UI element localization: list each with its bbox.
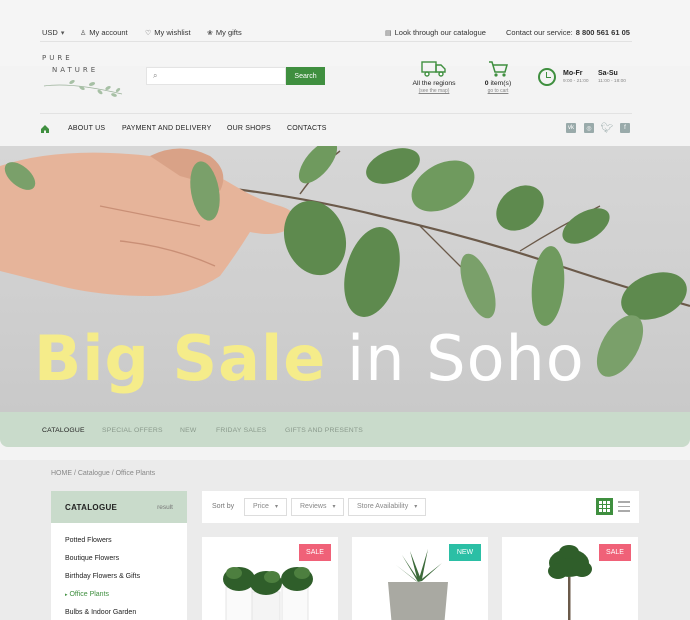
weekday-time: 9:00 - 21:00 [563,79,589,84]
weekday-label: Mo-Fr [563,70,583,77]
gift-icon: ❀ [207,29,213,37]
breadcrumb-home[interactable]: HOME [51,470,72,477]
hero-banner[interactable]: Big Sale in Soho [0,146,690,412]
cart-info[interactable]: 0 item(s) go to cart [476,60,520,94]
sidebar-item-birthday-flowers[interactable]: Birthday Flowers & Gifts [65,573,140,580]
logo-text-top: PURE [42,54,73,62]
user-icon: ♙ [80,29,87,37]
truck-icon [421,61,446,77]
book-icon: ▤ [385,29,392,37]
clock-icon [538,68,556,86]
delivery-info[interactable]: All the regions (see the map) [406,60,462,94]
branch-logo-icon [43,79,123,97]
sort-availability-dropdown[interactable]: Store Availability [348,498,427,516]
go-to-cart-link[interactable]: go to cart [476,88,520,94]
nav-contacts[interactable]: CONTACTS [287,125,327,132]
my-account-link[interactable]: ♙ My account [80,28,128,37]
breadcrumb-current: Office Plants [115,470,156,477]
sidebar-item-office-plants[interactable]: ▸ Office Plants [65,591,109,598]
currency-label: USD [42,28,58,37]
vk-icon[interactable]: vk [566,123,576,133]
grid-view-icon[interactable] [596,498,613,515]
sidebar-item-bulbs-indoor-garden[interactable]: Bulbs & Indoor Garden [65,609,136,616]
sale-badge: SALE [299,544,331,561]
heart-icon: ♡ [145,29,152,37]
product-card[interactable]: NEW [352,537,488,620]
my-wishlist-label: My wishlist [154,28,191,37]
category-bar: CATALOGUE SPECIAL OFFERS NEW FRIDAY SALE… [0,412,690,447]
weekday-hours: Mo-Fr 9:00 - 21:00 [563,70,589,84]
list-view-icon[interactable] [618,501,630,512]
weekend-label: Sa-Su [598,70,618,77]
new-badge: NEW [449,544,481,561]
sort-bar: Sort by Price Reviews Store Availability [202,491,639,523]
sidebar-item-boutique-flowers[interactable]: Boutique Flowers [65,555,119,562]
category-catalogue[interactable]: CATALOGUE [42,427,85,434]
catalogue-link-label: Look through our catalogue [394,28,486,37]
sidebar-item-potted-flowers[interactable]: Potted Flowers [65,537,112,544]
weekend-time: 11:00 - 18:00 [598,79,626,84]
sidebar-header: CATALOGUE result [51,491,187,523]
weekend-hours: Sa-Su 11:00 - 18:00 [598,70,626,84]
nav-about-us[interactable]: ABOUT US [68,125,105,132]
category-gifts-presents[interactable]: GIFTS AND PRESENTS [285,427,363,434]
home-icon[interactable] [40,124,50,134]
search-button[interactable]: Search [286,67,325,85]
cart-count: 0 [484,80,489,87]
chevron-down-icon: ▾ [60,29,65,37]
logo[interactable]: PURE NATURE [42,54,123,97]
instagram-icon[interactable]: ◎ [584,123,594,133]
my-gifts-label: My gifts [215,28,242,37]
my-gifts-link[interactable]: ❀ My gifts [207,28,242,37]
category-special-offers[interactable]: SPECIAL OFFERS [102,427,163,434]
product-card[interactable]: SALE [202,537,338,620]
breadcrumb-catalogue[interactable]: Catalogue [78,470,110,477]
catalogue-sidebar: CATALOGUE result Potted Flowers Boutique… [51,491,187,620]
nav-our-shops[interactable]: OUR SHOPS [227,125,271,132]
cart-icon [489,61,508,77]
sale-badge: SALE [599,544,631,561]
sidebar-title: CATALOGUE [65,503,118,512]
currency-select[interactable]: USD ▾ [42,28,64,37]
delivery-title: All the regions [412,80,456,87]
delivery-map-link[interactable]: (see the map) [406,88,462,94]
category-friday-sales[interactable]: FRIDAY SALES [216,427,267,434]
sidebar-item-label: Office Plants [69,591,110,598]
my-wishlist-link[interactable]: ♡ My wishlist [145,28,191,37]
contact-service: Contact our service: 8 800 561 61 05 [506,28,630,37]
search-icon: ⌕ [153,71,158,80]
hero-title-light: in Soho [347,322,585,395]
product-card[interactable]: SALE [502,537,638,620]
main-nav: ABOUT US PAYMENT AND DELIVERY OUR SHOPS … [0,114,690,146]
sort-reviews-dropdown[interactable]: Reviews [291,498,345,516]
sort-price-dropdown[interactable]: Price [244,498,287,516]
divider [40,41,632,42]
search-input[interactable]: ⌕ [146,67,286,85]
nav-payment-delivery[interactable]: PAYMENT AND DELIVERY [122,125,211,132]
twitter-icon[interactable]: 🐦︎ [601,123,614,134]
bullet-icon: ▸ [65,592,68,598]
category-new[interactable]: NEW [180,427,196,434]
my-account-label: My account [89,28,128,37]
catalogue-link[interactable]: ▤ Look through our catalogue [385,28,486,37]
sort-label: Sort by [212,503,235,510]
sidebar-reset-link[interactable]: result [157,504,173,511]
facebook-icon[interactable]: f [620,123,630,133]
hero-title-bold: Big Sale [34,322,327,395]
hero-title: Big Sale in Soho [34,322,585,395]
service-phone[interactable]: 8 800 561 61 05 [576,28,630,37]
contact-service-label: Contact our service: [506,28,573,37]
cart-label: item(s) [490,80,512,87]
breadcrumb: HOME / Catalogue / Office Plants [51,470,156,477]
